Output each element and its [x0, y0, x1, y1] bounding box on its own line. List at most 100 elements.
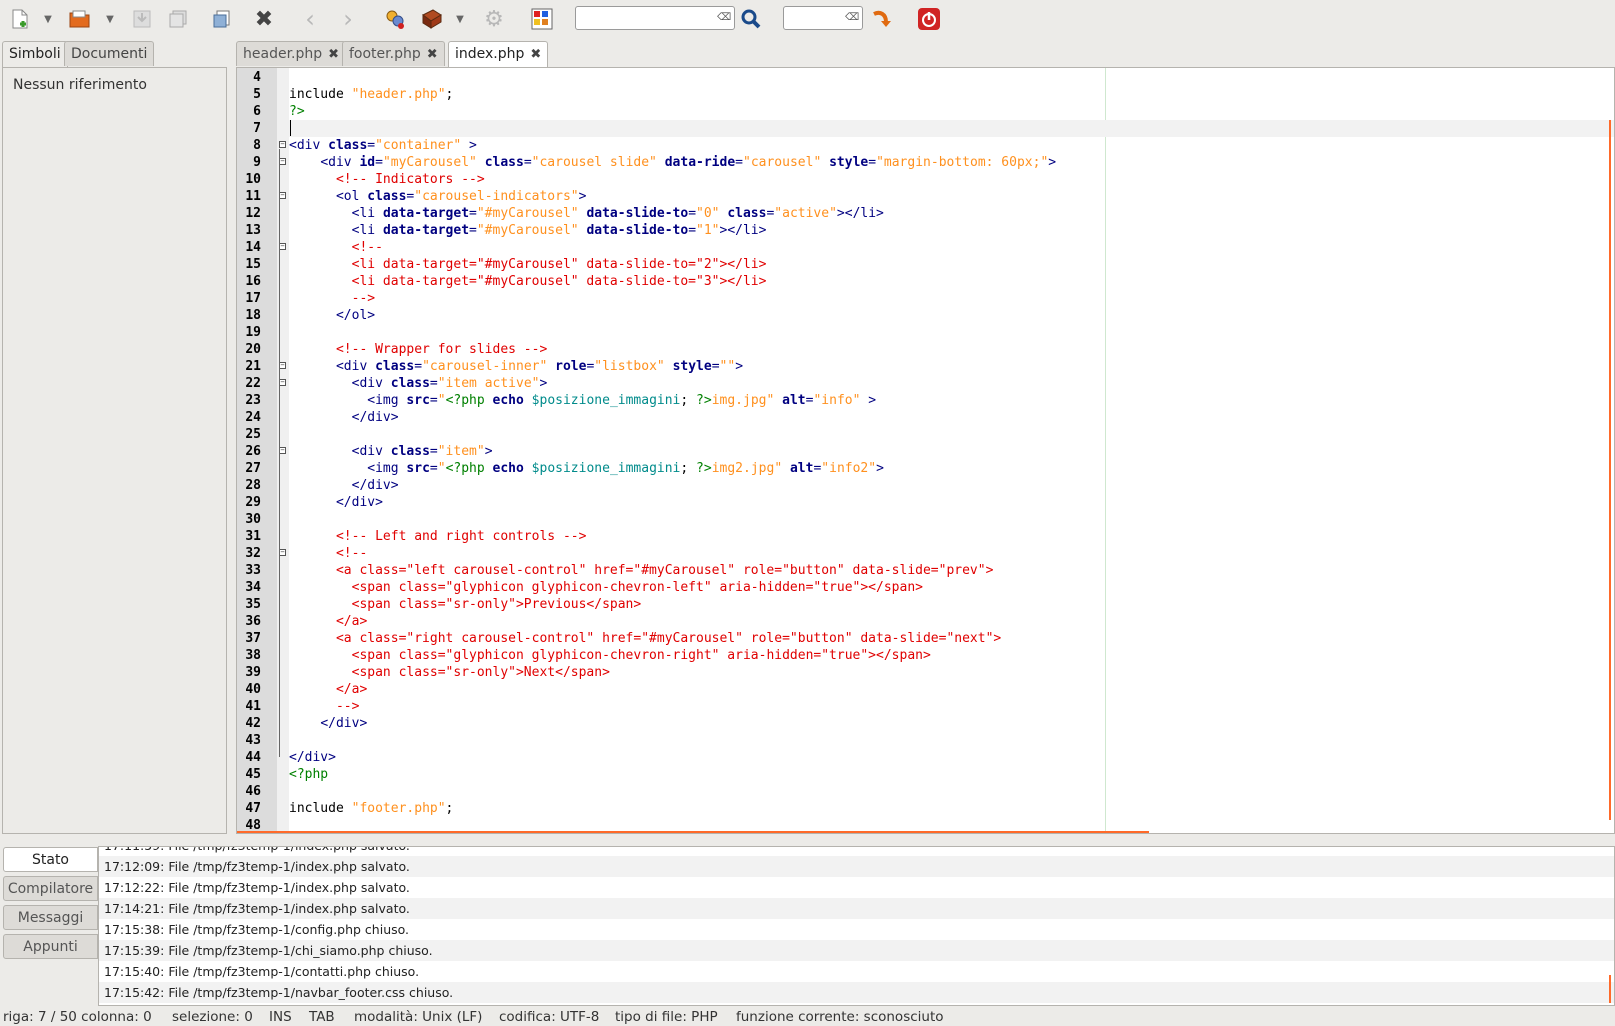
- tab-appunti[interactable]: Appunti: [3, 934, 98, 959]
- fold-toggle-icon[interactable]: −: [279, 243, 286, 250]
- search-box[interactable]: ⌫: [575, 6, 735, 30]
- close-tab-icon[interactable]: ✖: [328, 47, 339, 62]
- new-file-icon[interactable]: [6, 5, 34, 33]
- horizontal-scrollbar[interactable]: [237, 831, 1149, 833]
- code-line[interactable]: 19: [237, 324, 1614, 341]
- code-line[interactable]: 27 <img src="<?php echo $posizione_immag…: [237, 460, 1614, 477]
- code-line[interactable]: 32 − <!--: [237, 545, 1614, 562]
- status-messages[interactable]: 17:11:59: File /tmp/fz3temp-1/index.php …: [98, 846, 1615, 1006]
- code-line[interactable]: 25: [237, 426, 1614, 443]
- code-line[interactable]: 33 <a class="left carousel-control" href…: [237, 562, 1614, 579]
- code-line[interactable]: 11 − <ol class="carousel-indicators">: [237, 188, 1614, 205]
- build-dropdown-icon[interactable]: ▼: [454, 5, 466, 33]
- code-line[interactable]: 43: [237, 732, 1614, 749]
- line-number: 40: [245, 682, 261, 697]
- open-file-icon[interactable]: [66, 5, 94, 33]
- code-line[interactable]: 21 − <div class="carousel-inner" role="li…: [237, 358, 1614, 375]
- code-line[interactable]: 31 <!-- Left and right controls -->: [237, 528, 1614, 545]
- color-chooser-icon[interactable]: [528, 5, 556, 33]
- save-all-icon[interactable]: [164, 5, 192, 33]
- jump-icon[interactable]: [867, 5, 895, 33]
- close-icon[interactable]: ✖: [250, 5, 278, 33]
- code-line[interactable]: 35 <span class="sr-only">Previous</span>: [237, 596, 1614, 613]
- back-icon[interactable]: ‹: [296, 5, 324, 33]
- tab-header-php[interactable]: header.php ✖: [236, 41, 347, 66]
- code-line[interactable]: 44 </div>: [237, 749, 1614, 766]
- code-line[interactable]: 6 ?>: [237, 103, 1614, 120]
- code-line[interactable]: 45 <?php: [237, 766, 1614, 783]
- save-icon[interactable]: [128, 5, 156, 33]
- clear-icon[interactable]: ⌫: [845, 11, 859, 25]
- code-line[interactable]: 24 </div>: [237, 409, 1614, 426]
- code-line[interactable]: 8 − <div class="container" >: [237, 137, 1614, 154]
- line-number: 9: [253, 155, 261, 170]
- code-line[interactable]: 29 </div>: [237, 494, 1614, 511]
- code-line[interactable]: 18 </ol>: [237, 307, 1614, 324]
- tab-documenti[interactable]: Documenti: [64, 41, 155, 66]
- messages-scrollbar[interactable]: [1609, 975, 1611, 1003]
- search-icon[interactable]: [737, 5, 765, 33]
- code-line[interactable]: 22 − <div class="item active">: [237, 375, 1614, 392]
- code-line[interactable]: 7: [237, 120, 1614, 137]
- build-icon[interactable]: [418, 5, 446, 33]
- search-input[interactable]: [576, 7, 720, 29]
- code-line[interactable]: 23 <img src="<?php echo $posizione_immag…: [237, 392, 1614, 409]
- quit-icon[interactable]: [915, 5, 943, 33]
- close-tab-icon[interactable]: ✖: [427, 47, 438, 62]
- fold-toggle-icon[interactable]: −: [279, 379, 286, 386]
- tab-stato[interactable]: Stato: [3, 847, 98, 872]
- code-line[interactable]: 46: [237, 783, 1614, 800]
- fold-toggle-icon[interactable]: −: [279, 549, 286, 556]
- close-tab-icon[interactable]: ✖: [530, 47, 541, 62]
- settings-icon[interactable]: ⚙: [480, 5, 508, 33]
- new-file-dropdown-icon[interactable]: ▼: [42, 5, 54, 33]
- code-editor[interactable]: 4 5 include "header.php"; 6 ?> 7 8− <div class=…: [236, 67, 1615, 834]
- code-line[interactable]: 5 include "header.php";: [237, 86, 1614, 103]
- code-line[interactable]: 10 <!-- Indicators -->: [237, 171, 1614, 188]
- code-line[interactable]: 12 <li data-target="#myCarousel" data-sl…: [237, 205, 1614, 222]
- code-line[interactable]: 38 <span class="glyphicon glyphicon-chev…: [237, 647, 1614, 664]
- code-area[interactable]: 4 5 include "header.php"; 6 ?> 7 8− <div class=…: [237, 68, 1614, 833]
- code-text: <img src="<?php echo $posizione_immagini…: [367, 393, 877, 408]
- code-line[interactable]: 41 -->: [237, 698, 1614, 715]
- code-line[interactable]: 14 − <!--: [237, 239, 1614, 256]
- line-number: 24: [245, 410, 261, 425]
- code-line[interactable]: 20 <!-- Wrapper for slides -->: [237, 341, 1614, 358]
- fold-toggle-icon[interactable]: −: [279, 362, 286, 369]
- fold-toggle-icon[interactable]: −: [279, 141, 286, 148]
- goto-line-input[interactable]: [784, 7, 848, 29]
- code-line[interactable]: 42 </div>: [237, 715, 1614, 732]
- fold-toggle-icon[interactable]: −: [279, 192, 286, 199]
- code-line[interactable]: 47 include "footer.php";: [237, 800, 1614, 817]
- code-line[interactable]: 36 </a>: [237, 613, 1614, 630]
- vertical-scrollbar[interactable]: [1609, 120, 1611, 820]
- code-line[interactable]: 30: [237, 511, 1614, 528]
- tab-index-php[interactable]: index.php ✖: [448, 41, 549, 68]
- compile-icon[interactable]: [382, 5, 410, 33]
- fold-toggle-icon[interactable]: −: [279, 158, 286, 165]
- code-line[interactable]: 39 <span class="sr-only">Next</span>: [237, 664, 1614, 681]
- code-line[interactable]: 16 <li data-target="#myCarousel" data-sl…: [237, 273, 1614, 290]
- tab-footer-php[interactable]: footer.php ✖: [342, 41, 445, 66]
- line-number: 38: [245, 648, 261, 663]
- fold-toggle-icon[interactable]: −: [279, 447, 286, 454]
- tab-simboli[interactable]: Simboli: [2, 41, 68, 68]
- code-line[interactable]: 4: [237, 69, 1614, 86]
- tab-messaggi[interactable]: Messaggi: [3, 905, 98, 930]
- code-line[interactable]: 37 <a class="right carousel-control" hre…: [237, 630, 1614, 647]
- forward-icon[interactable]: ›: [334, 5, 362, 33]
- code-line[interactable]: 26 − <div class="item">: [237, 443, 1614, 460]
- code-text: <span class="glyphicon glyphicon-chevron…: [351, 580, 923, 595]
- code-line[interactable]: 13 <li data-target="#myCarousel" data-sl…: [237, 222, 1614, 239]
- code-line[interactable]: 34 <span class="glyphicon glyphicon-chev…: [237, 579, 1614, 596]
- revert-icon[interactable]: [208, 5, 236, 33]
- code-line[interactable]: 28 </div>: [237, 477, 1614, 494]
- clear-icon[interactable]: ⌫: [717, 11, 731, 25]
- tab-compilatore[interactable]: Compilatore: [3, 876, 98, 901]
- code-line[interactable]: 17 -->: [237, 290, 1614, 307]
- open-file-dropdown-icon[interactable]: ▼: [104, 5, 116, 33]
- code-line[interactable]: 15 <li data-target="#myCarousel" data-sl…: [237, 256, 1614, 273]
- code-line[interactable]: 40 </a>: [237, 681, 1614, 698]
- goto-line-box[interactable]: ⌫: [783, 6, 863, 30]
- code-line[interactable]: 9 − <div id="myCarousel" class="carousel …: [237, 154, 1614, 171]
